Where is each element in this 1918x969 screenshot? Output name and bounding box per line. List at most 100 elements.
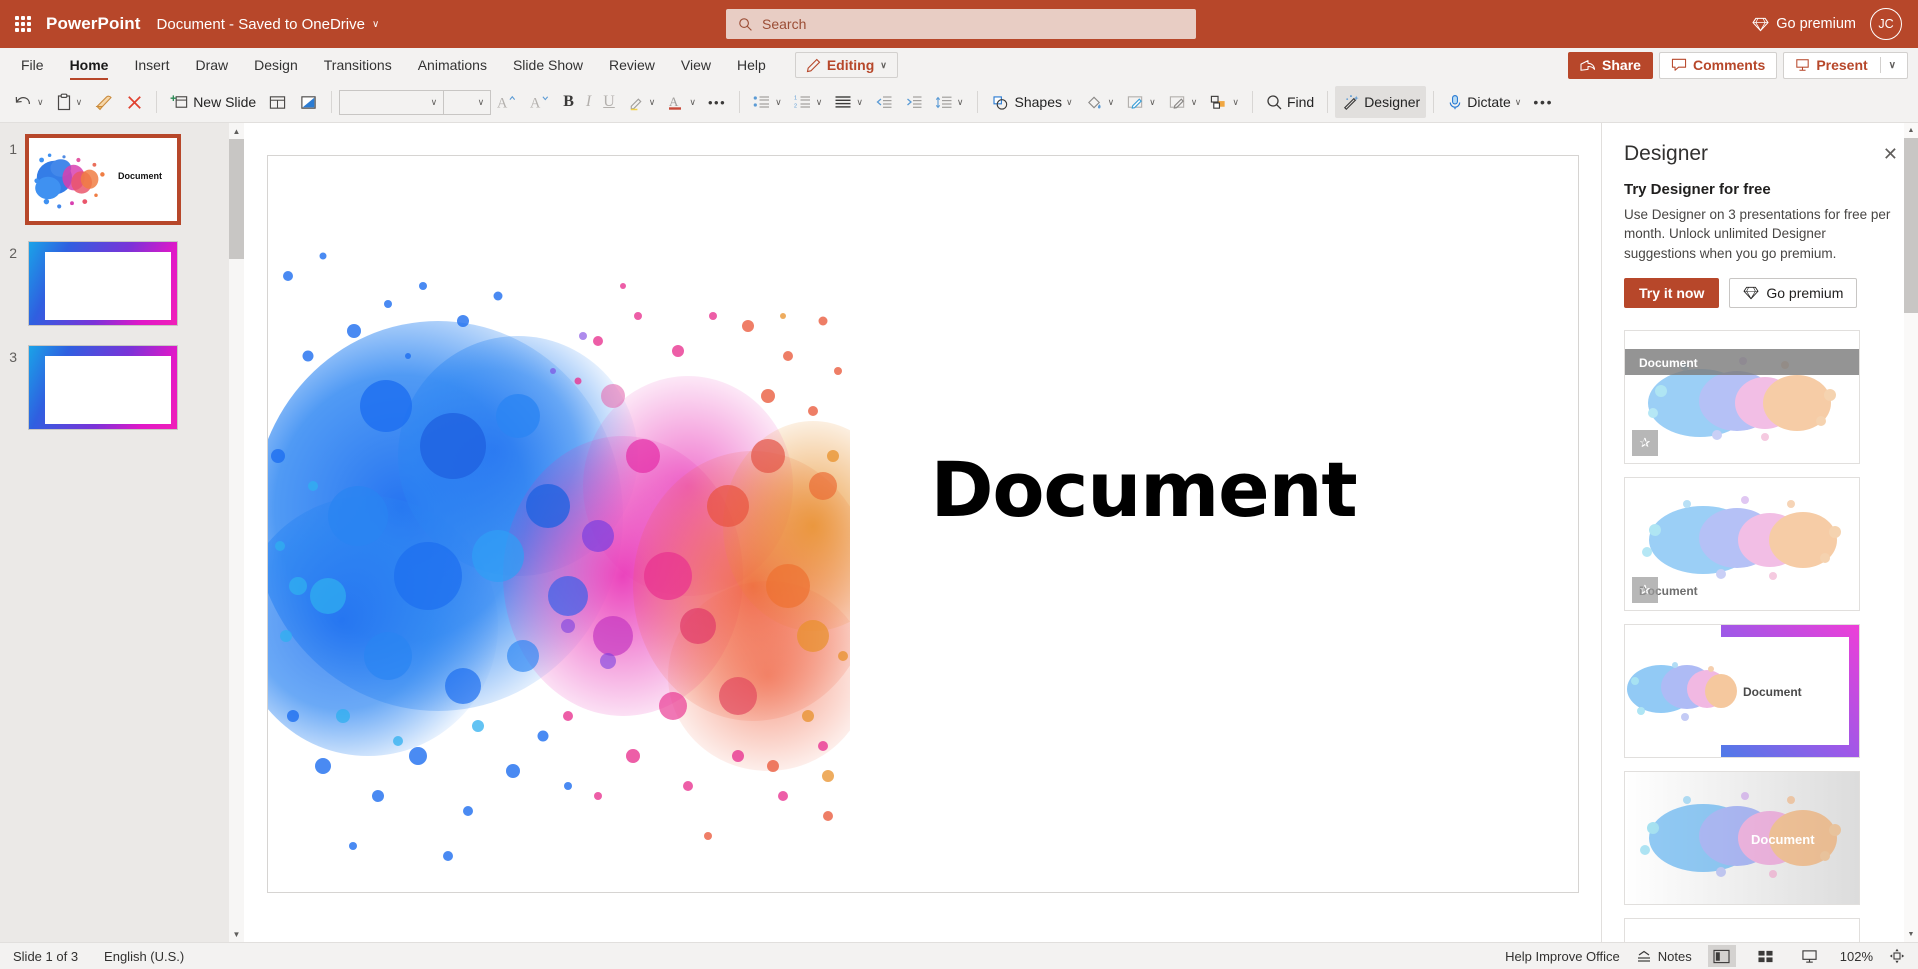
scroll-down-arrow-icon[interactable]: ▼ bbox=[229, 926, 244, 942]
go-premium-label: Go premium bbox=[1766, 284, 1844, 301]
format-painter-button[interactable] bbox=[88, 86, 120, 118]
tab-review[interactable]: Review bbox=[596, 48, 668, 82]
designer-button[interactable]: Designer bbox=[1335, 86, 1427, 118]
clear-formatting-button[interactable] bbox=[120, 86, 149, 118]
go-premium-button[interactable]: Go premium bbox=[1729, 277, 1858, 308]
font-color-button[interactable]: A ∨ bbox=[661, 86, 702, 118]
suggestion-preview: Document bbox=[1625, 477, 1859, 610]
app-launcher-button[interactable] bbox=[0, 16, 46, 32]
tab-slide-show[interactable]: Slide Show bbox=[500, 48, 596, 82]
search-input[interactable]: Search bbox=[726, 9, 1196, 39]
tab-insert[interactable]: Insert bbox=[121, 48, 182, 82]
paint-splatter-image bbox=[34, 153, 105, 209]
designer-suggestion-1[interactable]: Document ✰ bbox=[1624, 329, 1860, 464]
font-size-select[interactable]: ∨ bbox=[444, 89, 492, 115]
alignment-button[interactable]: ∨ bbox=[828, 86, 869, 118]
comments-button[interactable]: Comments bbox=[1658, 51, 1778, 79]
tab-file[interactable]: File bbox=[8, 48, 57, 82]
app-brand-powerpoint[interactable]: PowerPoint bbox=[46, 14, 157, 34]
list-item[interactable]: 2 bbox=[0, 241, 224, 326]
scroll-up-arrow-icon[interactable]: ▲ bbox=[1904, 123, 1918, 138]
chevron-down-icon: ∨ bbox=[1232, 96, 1239, 107]
help-improve-office-button[interactable]: Help Improve Office bbox=[1505, 949, 1620, 964]
tab-transitions[interactable]: Transitions bbox=[311, 48, 405, 82]
chevron-down-icon: ∨ bbox=[371, 18, 380, 30]
theme-icon bbox=[299, 94, 318, 111]
slide-thumbnail-1[interactable]: Document bbox=[25, 134, 181, 225]
suggestion-preview: Document bbox=[1625, 771, 1859, 904]
ribbon-right-actions: Share Comments Present ∨ bbox=[1568, 48, 1918, 82]
slide-thumbnail-3[interactable] bbox=[28, 345, 178, 430]
bold-button[interactable]: B bbox=[557, 86, 580, 118]
paste-button[interactable]: ∨ bbox=[50, 86, 89, 118]
slide-thumbnail-2[interactable] bbox=[28, 241, 178, 326]
scroll-up-arrow-icon[interactable]: ▲ bbox=[229, 123, 244, 139]
present-button[interactable]: Present ∨ bbox=[1783, 51, 1908, 79]
designer-suggestion-4[interactable]: Document bbox=[1624, 770, 1860, 905]
increase-font-size-button[interactable]: A bbox=[491, 86, 524, 118]
zoom-level-label[interactable]: 102% bbox=[1840, 949, 1873, 964]
designer-suggestion-5[interactable] bbox=[1624, 917, 1860, 942]
scroll-down-arrow-icon[interactable]: ▼ bbox=[1904, 927, 1918, 942]
italic-icon: I bbox=[585, 93, 592, 110]
chevron-down-icon: ∨ bbox=[1514, 96, 1522, 107]
close-icon[interactable]: ✕ bbox=[1877, 141, 1904, 167]
scrollbar-thumb[interactable] bbox=[1904, 138, 1918, 313]
tab-design[interactable]: Design bbox=[241, 48, 311, 82]
shape-fill-button[interactable]: ∨ bbox=[1079, 86, 1121, 118]
slide-panel-scrollbar[interactable]: ▲ ▼ bbox=[229, 123, 244, 942]
editing-mode-button[interactable]: Editing ∨ bbox=[794, 52, 898, 78]
new-slide-button[interactable]: New Slide bbox=[164, 86, 262, 118]
designer-panel: Designer ✕ Try Designer for free Use Des… bbox=[1601, 123, 1918, 942]
slide-sorter-view-button[interactable] bbox=[1752, 945, 1780, 967]
language-label[interactable]: English (U.S.) bbox=[104, 949, 184, 964]
toolbar-overflow-button[interactable]: ••• bbox=[1527, 86, 1559, 118]
slide-title-text[interactable]: Document bbox=[931, 445, 1358, 534]
designer-scrollbar[interactable]: ▲ ▼ bbox=[1904, 123, 1918, 942]
reading-view-icon bbox=[1802, 949, 1817, 963]
shape-effects-button[interactable]: ∨ bbox=[1162, 86, 1204, 118]
undo-button[interactable]: ∨ bbox=[8, 86, 50, 118]
tab-draw[interactable]: Draw bbox=[182, 48, 241, 82]
go-premium-button[interactable]: Go premium bbox=[1752, 16, 1856, 32]
highlight-color-button[interactable]: ∨ bbox=[621, 86, 662, 118]
tab-animations[interactable]: Animations bbox=[405, 48, 500, 82]
more-font-options-button[interactable]: ••• bbox=[702, 86, 732, 118]
chevron-down-icon: ∨ bbox=[815, 96, 823, 107]
tab-help[interactable]: Help bbox=[724, 48, 779, 82]
dictate-button[interactable]: Dictate ∨ bbox=[1441, 86, 1527, 118]
reset-theme-button[interactable] bbox=[293, 86, 324, 118]
reading-view-button[interactable] bbox=[1796, 945, 1824, 967]
chevron-down-icon: ∨ bbox=[1888, 59, 1896, 71]
comments-label: Comments bbox=[1692, 57, 1766, 73]
decrease-font-size-button[interactable]: A bbox=[524, 86, 557, 118]
layout-button[interactable] bbox=[262, 86, 293, 118]
scrollbar-thumb[interactable] bbox=[229, 139, 244, 259]
decrease-indent-button[interactable] bbox=[869, 86, 899, 118]
list-item[interactable]: 3 bbox=[0, 345, 224, 430]
list-item[interactable]: 1 Document bbox=[0, 134, 224, 225]
bullets-button[interactable]: ∨ bbox=[747, 86, 788, 118]
shapes-button[interactable]: Shapes ∨ bbox=[985, 86, 1079, 118]
document-title-button[interactable]: Document - Saved to OneDrive ∨ bbox=[157, 16, 380, 33]
normal-view-button[interactable] bbox=[1707, 945, 1736, 967]
shape-outline-button[interactable]: ∨ bbox=[1120, 86, 1162, 118]
italic-button[interactable]: I bbox=[580, 86, 597, 118]
notes-button[interactable]: Notes bbox=[1636, 949, 1692, 964]
tab-view[interactable]: View bbox=[668, 48, 724, 82]
fit-slide-button[interactable] bbox=[1889, 948, 1905, 964]
tab-home[interactable]: Home bbox=[57, 48, 122, 82]
share-button[interactable]: Share bbox=[1568, 51, 1653, 79]
try-it-now-button[interactable]: Try it now bbox=[1624, 277, 1720, 308]
find-button[interactable]: Find bbox=[1260, 86, 1320, 118]
arrange-button[interactable]: ∨ bbox=[1203, 86, 1245, 118]
numbering-button[interactable]: 12 ∨ bbox=[788, 86, 829, 118]
designer-suggestion-2[interactable]: Document ✰ bbox=[1624, 476, 1860, 611]
avatar[interactable]: JC bbox=[1870, 8, 1902, 40]
designer-suggestion-3[interactable]: Document bbox=[1624, 623, 1860, 758]
line-spacing-button[interactable]: ∨ bbox=[929, 86, 970, 118]
font-name-select[interactable]: ∨ bbox=[339, 89, 445, 115]
increase-indent-button[interactable] bbox=[899, 86, 929, 118]
underline-button[interactable]: U bbox=[597, 86, 621, 118]
current-slide[interactable]: Document bbox=[266, 155, 1579, 893]
